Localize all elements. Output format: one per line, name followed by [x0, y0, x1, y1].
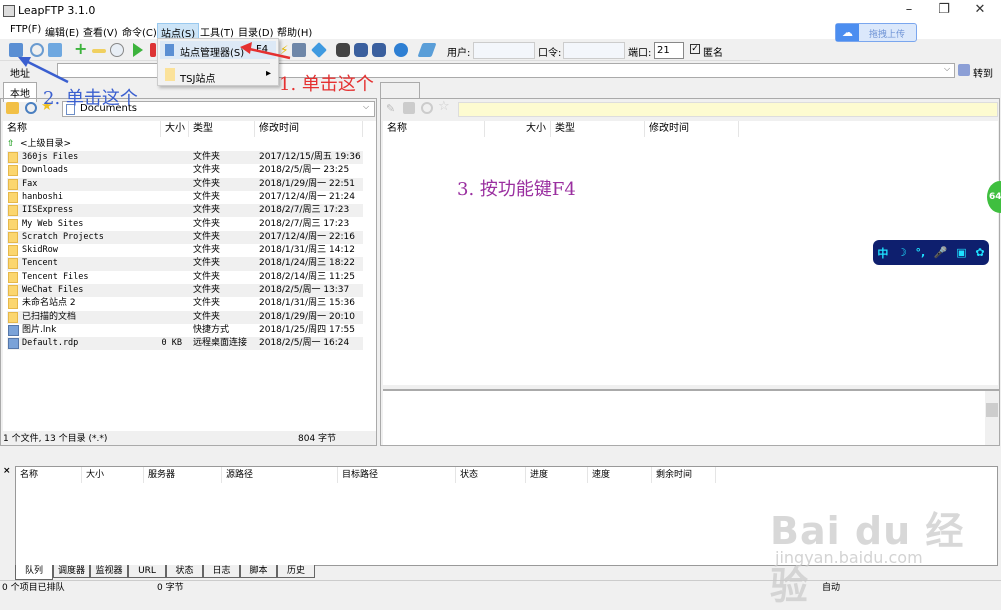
blue-arrow: [23, 58, 69, 84]
annotation-step3: 3. 按功能键F4: [457, 179, 576, 200]
annotation-arrows: [18, 42, 291, 84]
red-arrow: [244, 46, 291, 60]
annotation-step1: 1. 单击这个: [279, 74, 374, 95]
annotation-step2: 2. 单击这个: [43, 88, 138, 109]
red-arrowhead: [240, 42, 252, 54]
